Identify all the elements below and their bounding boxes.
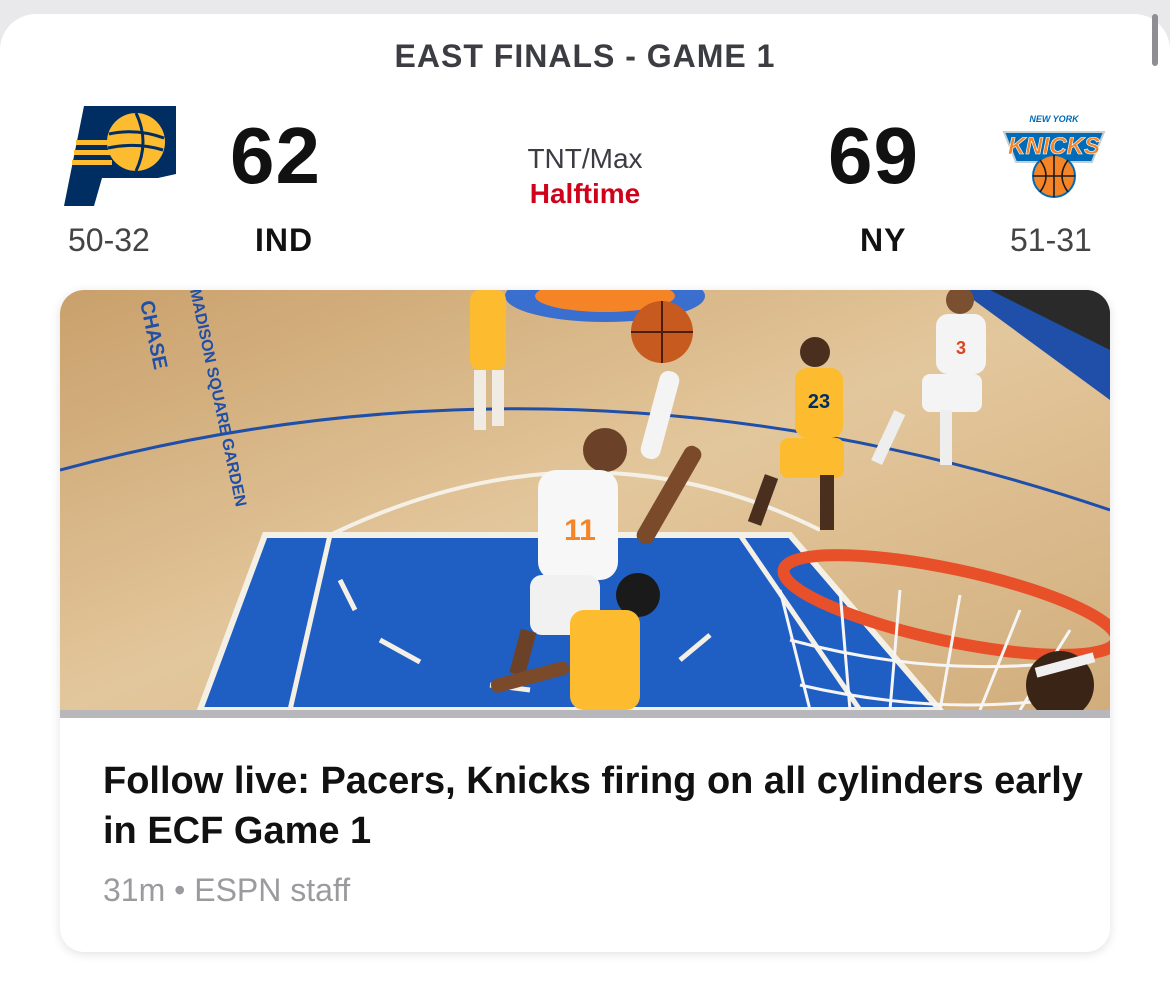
game-title: EAST FINALS - GAME 1 (394, 38, 776, 74)
jersey-number: 11 (564, 514, 596, 547)
home-score: 69 (828, 111, 919, 200)
image-divider (60, 710, 1110, 718)
broadcast-network: TNT/Max (527, 143, 643, 174)
away-record: 50-32 (68, 222, 150, 258)
news-card[interactable]: MADISON SQUARE GARDEN CHASE 23 3 11 Foll… (60, 290, 1110, 952)
away-team-abbr: IND (255, 222, 314, 258)
news-meta: 31m • ESPN staff (103, 872, 351, 908)
home-team-abbr: NY (860, 222, 907, 258)
pacers-logo-icon[interactable] (62, 104, 176, 208)
knicks-logo-top-text: NEW YORK (1029, 114, 1080, 124)
home-record: 51-31 (1010, 222, 1092, 258)
jersey-number: 23 (808, 391, 830, 413)
game-photo[interactable]: MADISON SQUARE GARDEN CHASE 23 3 11 (60, 290, 1110, 710)
jersey-number: 3 (956, 338, 966, 358)
away-score: 62 (230, 111, 321, 200)
game-status: Halftime (529, 178, 641, 209)
knicks-logo-icon[interactable]: NEW YORK KNICKS (1000, 110, 1108, 200)
news-headline[interactable]: Follow live: Pacers, Knicks firing on al… (103, 756, 1083, 856)
